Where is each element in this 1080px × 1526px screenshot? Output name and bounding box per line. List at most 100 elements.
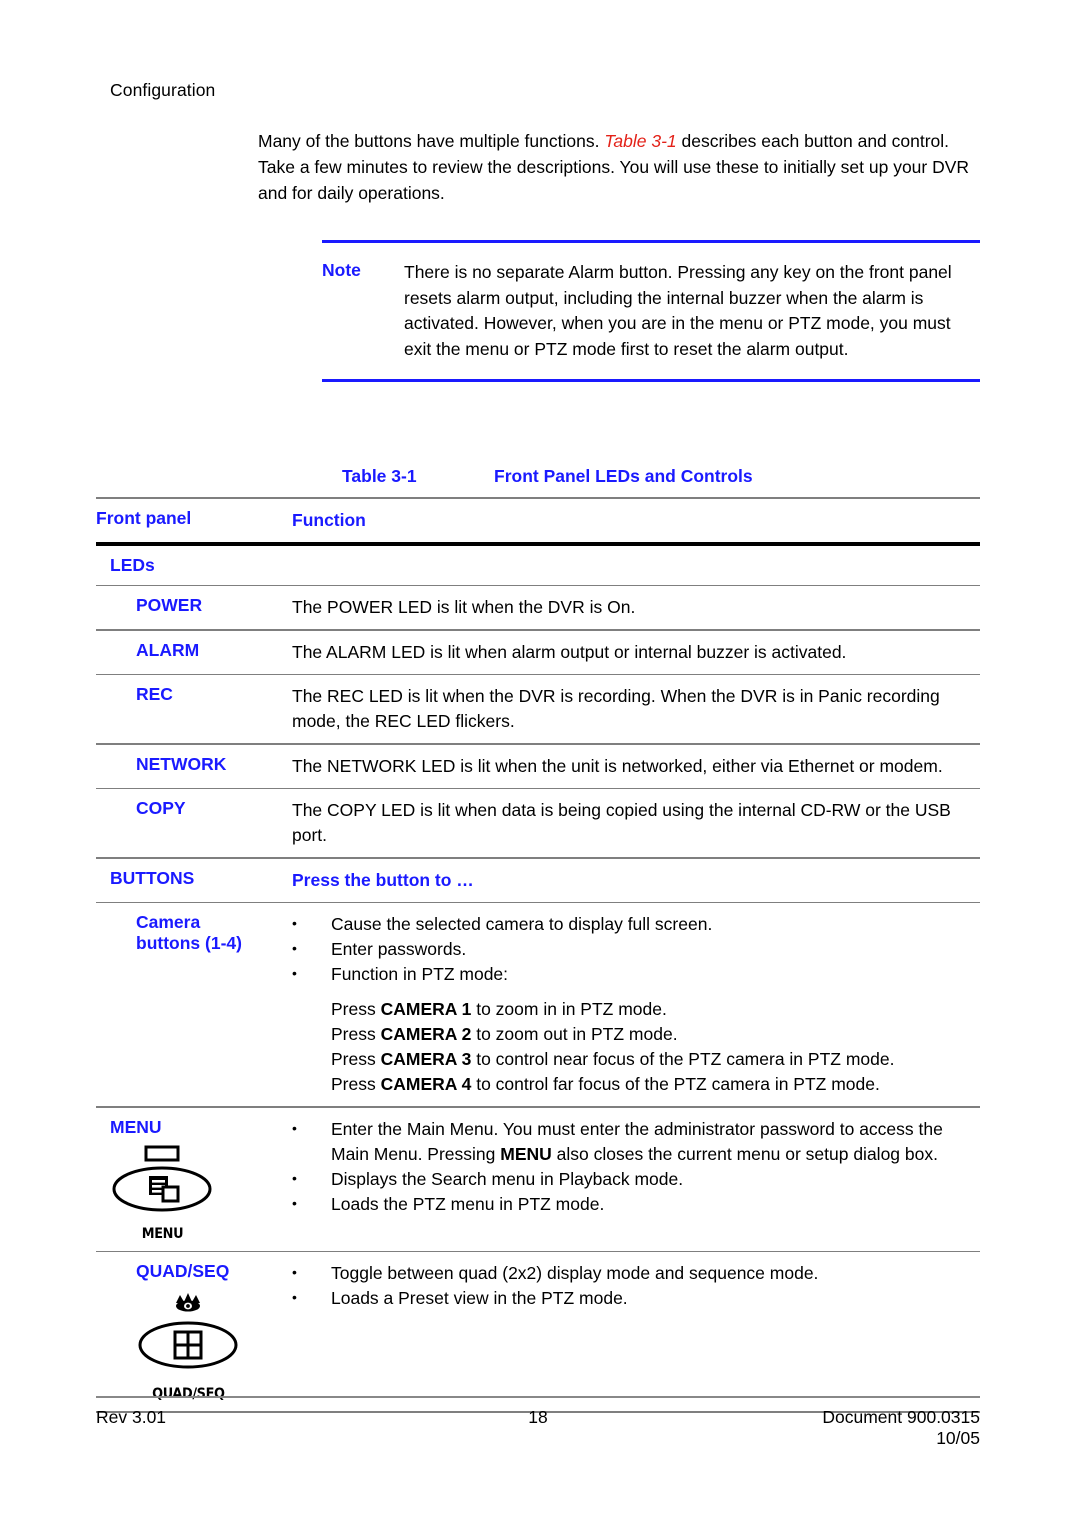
section-label-leds: LEDs [110,554,155,575]
menu-button-caption: MENU [141,1225,183,1242]
quadseq-button-icon [138,1293,238,1369]
table-row: ALARM The ALARM LED is lit when alarm ou… [96,631,980,674]
list-item: Function in PTZ mode: [292,961,980,987]
camera-label-line1: Camera [136,912,201,932]
table-caption: Table 3-1 Front Panel LEDs and Controls [96,466,980,497]
menu-label: MENU [110,1116,162,1137]
quadseq-bullet-list: Toggle between quad (2x2) display mode a… [292,1260,980,1311]
quadseq-button-description-cell: Toggle between quad (2x2) display mode a… [292,1252,980,1411]
note-bottom-rule [322,379,980,382]
menu-button-description-cell: Enter the Main Menu. You must enter the … [292,1108,980,1251]
table-header-left-cell: Front panel [96,499,292,542]
key-name: CAMERA 3 [380,1049,472,1069]
intro-paragraph: Many of the buttons have multiple functi… [258,128,980,206]
preset-crown-icon [176,1293,200,1312]
page-number: 18 [528,1406,548,1427]
section-label-buttons: BUTTONS [110,867,195,888]
front-panel-table: Table 3-1 Front Panel LEDs and Controls F… [96,466,980,1413]
document-page: Configuration Many of the buttons have m… [0,0,1080,1526]
table-header-front-panel: Front panel [96,507,192,528]
list-item: Enter passwords. [292,936,980,962]
intro-text-before: Many of the buttons have multiple functi… [258,131,605,151]
page-footer: Rev 3.01 18 Document 900.0315 10/05 [96,1396,980,1449]
camera-bullet-list: Cause the selected camera to display ful… [292,911,980,987]
footer-document-number: Document 900.0315 [822,1406,980,1427]
line-pre: Press [331,1024,381,1044]
table-cross-reference[interactable]: Table 3-1 [604,131,676,151]
led-description-cell: The COPY LED is lit when data is being c… [292,800,951,845]
led-name-cell: COPY [96,789,292,857]
list-item: Loads a Preset view in the PTZ mode. [292,1285,980,1311]
line-post: to control near focus of the PTZ camera … [471,1049,895,1069]
line-pre: Press [331,999,381,1019]
list-item: Cause the selected camera to display ful… [292,911,980,937]
footer-row: Rev 3.01 18 Document 900.0315 10/05 [96,1398,980,1449]
table-row: POWER The POWER LED is lit when the DVR … [96,586,980,629]
led-description-cell: The REC LED is lit when the DVR is recor… [292,686,940,731]
key-name: MENU [500,1143,552,1164]
footer-document-info: Document 900.0315 10/05 [618,1407,980,1449]
section-leds-left-cell: LEDs [96,546,292,585]
camera-ptz-line: Press CAMERA 1 to zoom in in PTZ mode. [331,997,980,1022]
line-post: to control far focus of the PTZ camera i… [471,1074,880,1094]
led-description-cell: The NETWORK LED is lit when the unit is … [292,755,943,776]
list-item: Displays the Search menu in Playback mod… [292,1166,980,1192]
menu-button-icon [112,1145,212,1211]
line-post: to zoom in in PTZ mode. [471,999,667,1019]
table-row: Camera buttons (1-4) Cause the selected … [96,903,980,1106]
camera-buttons-name-cell: Camera buttons (1-4) [96,903,292,1106]
section-buttons-right-cell: Press the button to … [292,859,980,902]
key-name: CAMERA 2 [380,1024,472,1044]
table-header-right-cell: Function [292,499,980,542]
note-block: Note There is no separate Alarm button. … [322,240,980,382]
led-description-cell: The ALARM LED is lit when alarm output o… [292,641,847,662]
led-name-cell: NETWORK [96,745,292,788]
led-description-cell: The POWER LED is lit when the DVR is On. [292,597,636,617]
camera-ptz-line: Press CAMERA 4 to control far focus of t… [331,1072,980,1097]
quadseq-button-name-cell: QUAD/SEQ QUAD/SEQ [96,1252,292,1411]
menu-button-name-cell: MENU MENU [96,1108,292,1251]
key-name: CAMERA 1 [380,999,472,1019]
list-item: Enter the Main Menu. You must enter the … [292,1116,980,1167]
camera-label-line2: buttons (1-4) [136,933,242,953]
menu-button-graphic: MENU [102,1138,222,1242]
led-label-network: NETWORK [136,753,227,774]
line-pre: Press [331,1049,381,1069]
table-row-section-buttons: BUTTONS Press the button to … [96,859,980,902]
camera-ptz-line: Press CAMERA 2 to zoom out in PTZ mode. [331,1022,980,1047]
led-label-copy: COPY [136,798,186,818]
table-row: QUAD/SEQ QUAD/SEQ • Toggle between quad … [96,1252,980,1411]
list-item: Loads the PTZ menu in PTZ mode. [292,1191,980,1217]
section-leds-right-cell [292,546,980,585]
table-header-row: Front panel Function [96,499,980,542]
table-row-section-leds: LEDs [96,546,980,585]
footer-date: 10/05 [936,1427,980,1448]
note-label: Note [322,260,361,280]
quadseq-button-graphic: QUAD/SEQ [128,1282,248,1402]
table-header-function: Function [292,509,366,530]
key-name: CAMERA 4 [380,1074,472,1094]
led-name-cell: REC [96,675,292,743]
table-row: NETWORK The NETWORK LED is lit when the … [96,745,980,788]
led-name-cell: ALARM [96,631,292,674]
bullet-post: also closes the current menu or setup di… [551,1143,938,1164]
camera-ptz-lines: Press CAMERA 1 to zoom in in PTZ mode. P… [292,987,980,1097]
table-caption-title: Front Panel LEDs and Controls [494,466,753,486]
camera-buttons-description-cell: Cause the selected camera to display ful… [292,903,980,1106]
camera-ptz-line: Press CAMERA 3 to control near focus of … [331,1047,980,1072]
line-post: to zoom out in PTZ mode. [471,1024,678,1044]
running-head: Configuration [110,80,216,100]
led-label-rec: REC [136,684,173,704]
section-buttons-function-label: Press the button to … [292,869,474,890]
line-pre: Press [331,1074,381,1094]
quadseq-label: QUAD/SEQ [136,1261,230,1281]
table-row: COPY The COPY LED is lit when data is be… [96,789,980,857]
led-name-cell: POWER [96,586,292,629]
table-row: REC The REC LED is lit when the DVR is r… [96,675,980,743]
led-label-power: POWER [136,595,203,615]
table-caption-number: Table 3-1 [342,466,417,486]
table-row: MENU MENU • Enter the Main Menu. You mus… [96,1108,980,1251]
section-buttons-left-cell: BUTTONS [96,859,292,902]
menu-bullet-list: Enter the Main Menu. You must enter the … [292,1116,980,1217]
note-body: Note There is no separate Alarm button. … [322,243,980,379]
